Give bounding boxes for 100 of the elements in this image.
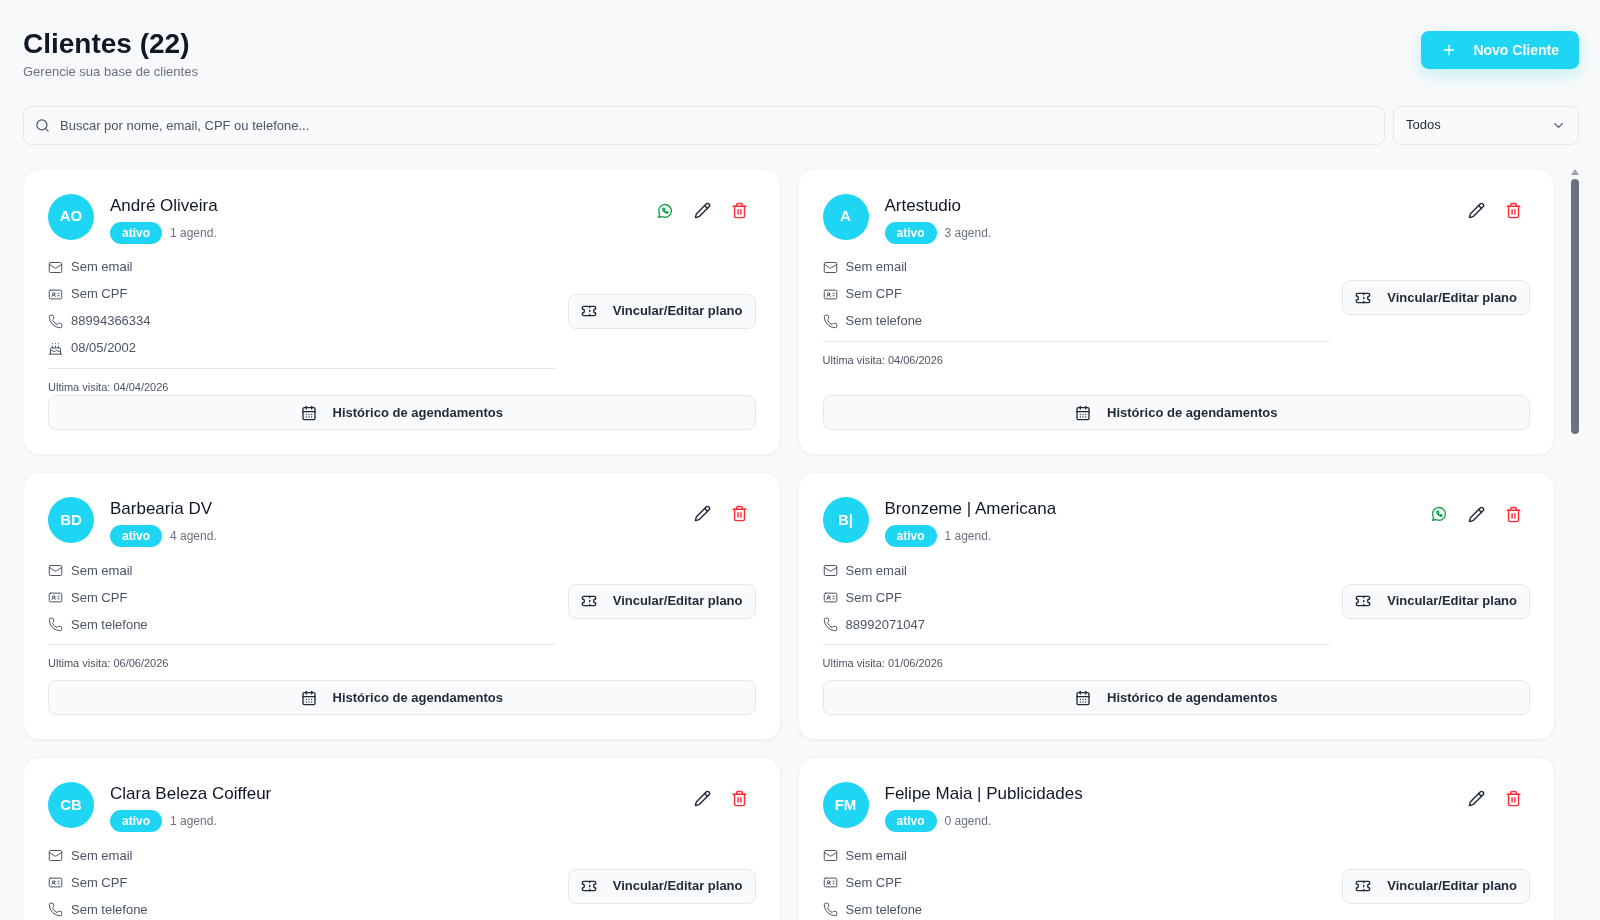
calendar-icon: [1075, 404, 1091, 421]
last-visit: Ultima visita: 04/06/2026: [822, 352, 943, 368]
info-text: 08/05/2002: [71, 339, 137, 358]
client-name: Barbearia DV: [110, 498, 214, 520]
appointment-count: 0 agend.: [944, 813, 992, 830]
phone-icon: [48, 313, 63, 329]
info-text: Sem email: [845, 258, 907, 277]
phone-icon: [822, 313, 838, 329]
delete-button[interactable]: [730, 790, 748, 807]
appointment-count: 1 agend.: [170, 813, 217, 830]
delete-button[interactable]: [1505, 790, 1522, 807]
info-text: Sem CPF: [71, 285, 128, 304]
delete-button[interactable]: [1505, 201, 1522, 219]
calendar-icon: [300, 404, 317, 421]
edit-button[interactable]: [693, 202, 711, 219]
info-text: Sem CPF: [845, 285, 902, 304]
id-card-icon: [48, 286, 63, 302]
plan-button[interactable]: Vincular/Editar plano: [567, 583, 756, 619]
info-text: Sem CPF: [845, 873, 902, 892]
info-text: 88994366334: [71, 312, 151, 331]
history-button[interactable]: Histórico de agendamentos: [822, 680, 1530, 715]
last-visit: Ultima visita: 01/06/2026: [822, 656, 943, 671]
whatsapp-icon: [1430, 505, 1448, 523]
mail-icon: [822, 259, 838, 275]
delete-button[interactable]: [1505, 505, 1522, 523]
edit-button[interactable]: [1468, 201, 1485, 219]
pencil-icon: [1468, 790, 1485, 807]
info-text: Sem CPF: [845, 588, 902, 607]
info-text: Sem CPF: [71, 588, 128, 607]
edit-button[interactable]: [693, 505, 711, 522]
status-filter-dropdown[interactable]: Todos: [1393, 105, 1579, 145]
client-name: Clara Beleza Coiffeur: [110, 783, 272, 805]
phone-icon: [822, 617, 838, 632]
client-name: Artestudio: [884, 194, 963, 217]
mail-icon: [48, 259, 63, 275]
status-badge: ativo: [884, 221, 937, 244]
last-visit: Ultima visita: 06/06/2026: [48, 656, 169, 671]
ticket-icon: [580, 303, 597, 319]
edit-button[interactable]: [1468, 790, 1485, 807]
pencil-icon: [693, 790, 711, 807]
history-button[interactable]: Histórico de agendamentos: [822, 395, 1530, 430]
scrollbar-thumb[interactable]: [1571, 178, 1579, 434]
avatar: CB: [48, 782, 94, 828]
edit-button[interactable]: [1468, 505, 1485, 523]
status-badge: ativo: [110, 525, 162, 547]
trash-icon: [1505, 201, 1522, 219]
trash-icon: [730, 790, 748, 807]
id-card-icon: [822, 875, 838, 890]
plan-button[interactable]: Vincular/Editar plano: [1342, 583, 1530, 619]
pencil-icon: [1468, 201, 1485, 219]
plan-button[interactable]: Vincular/Editar plano: [1342, 868, 1530, 904]
pencil-icon: [693, 505, 711, 522]
trash-icon: [1505, 505, 1522, 523]
delete-button[interactable]: [730, 505, 748, 522]
avatar: B|: [822, 497, 869, 543]
ticket-icon: [1355, 878, 1372, 894]
id-card-icon: [822, 286, 838, 302]
info-text: Sem CPF: [71, 873, 128, 892]
history-button[interactable]: Histórico de agendamentos: [48, 395, 756, 430]
mail-icon: [822, 563, 838, 578]
avatar: AO: [48, 193, 94, 240]
avatar: A: [822, 193, 869, 240]
last-visit: Ultima visita: 04/04/2026: [48, 379, 169, 395]
appointment-count: 3 agend.: [944, 224, 992, 242]
whatsapp-button[interactable]: [1430, 505, 1448, 523]
info-text: Sem telefone: [71, 900, 148, 919]
info-text: Sem email: [71, 561, 133, 580]
history-button[interactable]: Histórico de agendamentos: [48, 680, 756, 715]
trash-icon: [1505, 790, 1522, 807]
info-text: Sem email: [845, 846, 907, 865]
info-text: Sem email: [71, 846, 133, 865]
delete-button[interactable]: [730, 202, 748, 219]
scroll-up-icon[interactable]: [1571, 168, 1579, 175]
plan-button[interactable]: Vincular/Editar plano: [567, 868, 756, 904]
page-subtitle: Gerencie sua base de clientes: [23, 63, 198, 81]
appointment-count: 1 agend.: [944, 528, 992, 545]
phone-icon: [822, 902, 838, 917]
whatsapp-icon: [655, 201, 674, 220]
edit-button[interactable]: [693, 790, 711, 807]
plan-button[interactable]: Vincular/Editar plano: [1342, 280, 1530, 315]
ticket-icon: [1355, 593, 1372, 609]
phone-icon: [48, 617, 63, 632]
id-card-icon: [48, 590, 63, 605]
status-badge: ativo: [110, 810, 162, 832]
calendar-icon: [300, 689, 317, 706]
plan-button[interactable]: Vincular/Editar plano: [567, 293, 756, 329]
calendar-icon: [1075, 689, 1091, 706]
appointment-count: 4 agend.: [170, 528, 217, 545]
ticket-icon: [580, 593, 597, 609]
ticket-icon: [580, 878, 597, 894]
appointment-count: 1 agend.: [170, 224, 217, 242]
status-badge: ativo: [110, 221, 162, 244]
trash-icon: [730, 505, 748, 522]
id-card-icon: [48, 875, 63, 890]
mail-icon: [48, 848, 63, 863]
status-badge: ativo: [884, 525, 937, 547]
id-card-icon: [822, 590, 838, 605]
whatsapp-button[interactable]: [655, 201, 674, 220]
search-field[interactable]: Buscar por nome, email, CPF ou telefone...: [23, 105, 1385, 145]
info-text: Sem telefone: [845, 900, 923, 919]
